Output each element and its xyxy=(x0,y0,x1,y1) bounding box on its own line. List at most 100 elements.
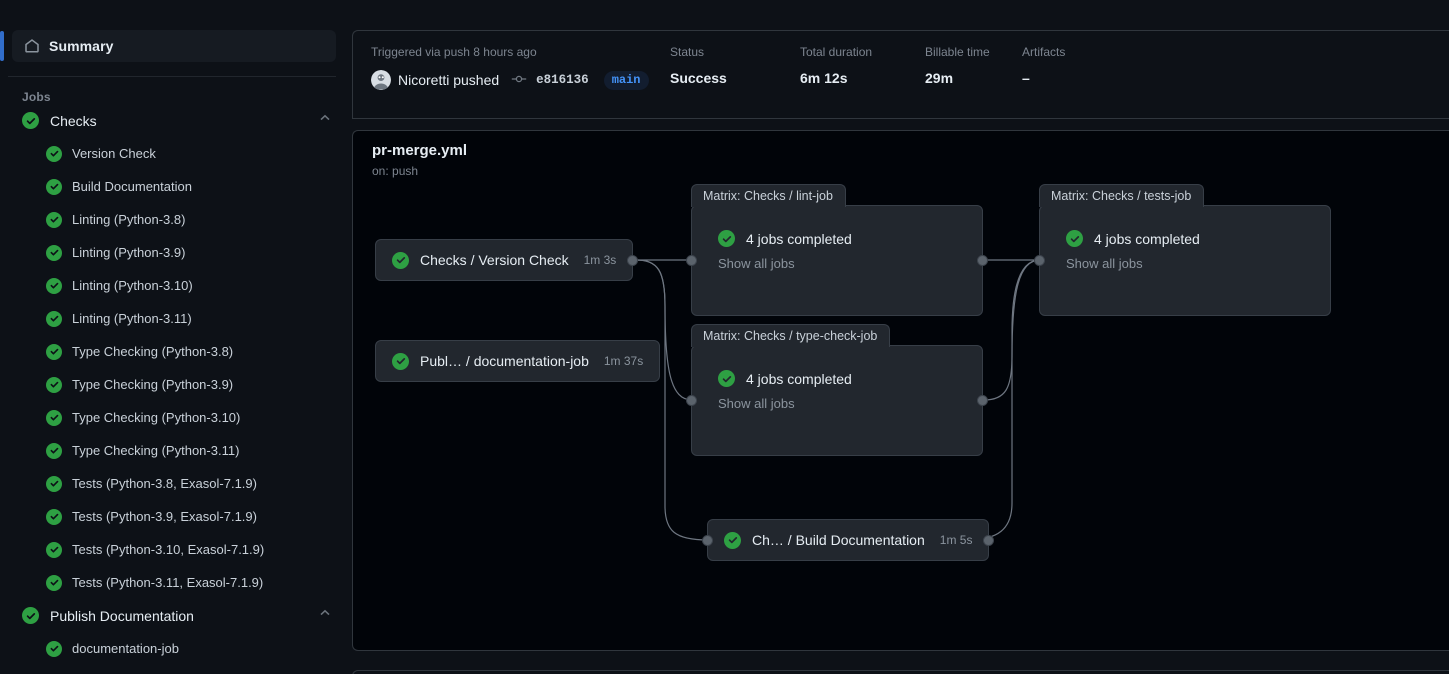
sidebar: Summary Jobs Checks Version Check Build … xyxy=(0,0,350,674)
matrix-body: 4 jobs completed Show all jobs xyxy=(692,206,982,271)
billable-time-label: Billable time xyxy=(925,45,990,59)
graph-matrix-type-check-job[interactable]: Matrix: Checks / type-check-job 4 jobs c… xyxy=(686,324,988,456)
success-check-icon xyxy=(392,251,409,269)
sidebar-group-label: Publish Documentation xyxy=(50,607,194,624)
total-duration-value: 6m 12s xyxy=(800,70,848,86)
matrix-title: Matrix: Checks / tests-job xyxy=(1051,189,1192,203)
graph-node-duration: 1m 5s xyxy=(939,533,973,547)
success-check-icon xyxy=(1066,230,1083,247)
matrix-title: Matrix: Checks / lint-job xyxy=(703,189,833,203)
success-check-icon xyxy=(46,343,62,360)
sidebar-job-item[interactable]: Linting (Python-3.11) xyxy=(0,302,350,335)
success-check-icon xyxy=(46,376,62,393)
commit-sha[interactable]: e816136 xyxy=(536,73,589,87)
billable-time-block: Billable time 29m xyxy=(925,45,1022,86)
success-check-icon xyxy=(46,409,62,426)
success-check-icon xyxy=(46,277,62,294)
sidebar-job-item[interactable]: Version Check xyxy=(0,137,350,170)
sidebar-job-item[interactable]: documentation-job xyxy=(0,632,350,665)
graph-node-version-check[interactable]: Checks / Version Check 1m 3s xyxy=(375,239,639,281)
sidebar-group-label: Checks xyxy=(50,112,97,129)
sidebar-group-checks[interactable]: Checks xyxy=(0,104,350,137)
sidebar-job-item[interactable]: Type Checking (Python-3.9) xyxy=(0,368,350,401)
success-check-icon xyxy=(392,352,409,370)
status-value: Success xyxy=(670,70,727,86)
sidebar-job-item[interactable]: Tests (Python-3.11, Exasol-7.1.9) xyxy=(0,566,350,599)
node-port-left xyxy=(702,535,713,546)
success-check-icon xyxy=(718,370,735,387)
sidebar-job-item[interactable]: Tests (Python-3.10, Exasol-7.1.9) xyxy=(0,533,350,566)
node-port-left xyxy=(1034,255,1045,266)
success-check-icon xyxy=(718,230,735,247)
sidebar-job-label: Tests (Python-3.10, Exasol-7.1.9) xyxy=(72,542,265,557)
show-all-jobs-link[interactable]: Show all jobs xyxy=(718,256,982,271)
node-port-right xyxy=(977,395,988,406)
show-all-jobs-link[interactable]: Show all jobs xyxy=(1066,256,1330,271)
sidebar-job-item[interactable]: Linting (Python-3.8) xyxy=(0,203,350,236)
success-check-icon xyxy=(46,640,62,657)
graph-node-documentation-job[interactable]: Publ… / documentation-job 1m 37s xyxy=(375,340,661,382)
success-check-icon xyxy=(22,607,39,624)
success-check-icon xyxy=(46,310,62,327)
show-all-jobs-link[interactable]: Show all jobs xyxy=(718,396,982,411)
node-port-left xyxy=(686,395,697,406)
sidebar-job-item[interactable]: Tests (Python-3.9, Exasol-7.1.9) xyxy=(0,500,350,533)
node-port-right xyxy=(977,255,988,266)
matrix-status-label: 4 jobs completed xyxy=(1094,230,1200,247)
sidebar-job-label: Build Documentation xyxy=(72,179,192,194)
sidebar-job-label: Version Check xyxy=(72,146,156,161)
success-check-icon xyxy=(46,442,62,459)
sidebar-job-label: Type Checking (Python-3.11) xyxy=(72,443,240,458)
sidebar-job-item[interactable]: Type Checking (Python-3.8) xyxy=(0,335,350,368)
success-check-icon xyxy=(46,244,62,261)
commit-icon xyxy=(506,71,527,90)
graph-node-label: Ch… / Build Documentation xyxy=(752,532,925,548)
sidebar-job-item[interactable]: Type Checking (Python-3.11) xyxy=(0,434,350,467)
active-indicator xyxy=(0,31,4,61)
workflow-run-page: Summary Jobs Checks Version Check Build … xyxy=(0,0,1449,674)
success-check-icon xyxy=(46,475,62,492)
success-check-icon xyxy=(724,531,741,549)
status-block: Status Success xyxy=(670,45,800,86)
success-check-icon xyxy=(46,211,62,228)
sidebar-job-label: Linting (Python-3.9) xyxy=(72,245,186,260)
sidebar-job-item[interactable]: Linting (Python-3.10) xyxy=(0,269,350,302)
chevron-up-icon[interactable] xyxy=(318,111,332,130)
total-duration-block: Total duration 6m 12s xyxy=(800,45,925,86)
pusher-name[interactable]: Nicoretti pushed xyxy=(398,72,499,88)
matrix-body: 4 jobs completed Show all jobs xyxy=(692,346,982,411)
matrix-body: 4 jobs completed Show all jobs xyxy=(1040,206,1330,271)
sidebar-job-label: Type Checking (Python-3.9) xyxy=(72,377,234,392)
success-check-icon xyxy=(46,508,62,525)
sidebar-job-item[interactable]: Linting (Python-3.9) xyxy=(0,236,350,269)
graph-node-build-documentation[interactable]: Ch… / Build Documentation 1m 5s xyxy=(702,519,995,561)
sidebar-job-label: Tests (Python-3.11, Exasol-7.1.9) xyxy=(72,575,264,590)
artifacts-label: Artifacts xyxy=(1022,45,1066,59)
jobs-heading: Jobs xyxy=(22,90,51,104)
sidebar-job-item[interactable]: Type Checking (Python-3.10) xyxy=(0,401,350,434)
graph-matrix-tests-job[interactable]: Matrix: Checks / tests-job 4 jobs comple… xyxy=(1034,184,1331,316)
sidebar-job-label: Type Checking (Python-3.8) xyxy=(72,344,234,359)
matrix-status-label: 4 jobs completed xyxy=(746,370,852,387)
matrix-status-row: 4 jobs completed xyxy=(718,230,982,247)
matrix-tab-header: Matrix: Checks / lint-job xyxy=(691,184,846,207)
sidebar-job-label: Type Checking (Python-3.10) xyxy=(72,410,241,425)
branch-badge[interactable]: main xyxy=(603,70,649,90)
graph-canvas: Checks / Version Check 1m 3s Publ… / doc… xyxy=(353,131,1449,650)
success-check-icon xyxy=(46,145,62,162)
billable-time-value: 29m xyxy=(925,70,954,86)
status-label: Status xyxy=(670,45,705,59)
sidebar-job-label: Linting (Python-3.11) xyxy=(72,311,192,326)
graph-node-duration: 1m 37s xyxy=(603,354,644,368)
graph-node-label: Checks / Version Check xyxy=(420,252,569,268)
success-check-icon xyxy=(46,574,62,591)
graph-node-label: Publ… / documentation-job xyxy=(420,353,589,369)
sidebar-job-label: Linting (Python-3.8) xyxy=(72,212,186,227)
sidebar-job-item[interactable]: Tests (Python-3.8, Exasol-7.1.9) xyxy=(0,467,350,500)
graph-matrix-lint-job[interactable]: Matrix: Checks / lint-job 4 jobs complet… xyxy=(686,184,988,316)
sidebar-job-item[interactable]: Build Documentation xyxy=(0,170,350,203)
sidebar-item-summary[interactable]: Summary xyxy=(0,30,336,62)
artifacts-value: – xyxy=(1022,70,1030,86)
chevron-up-icon[interactable] xyxy=(318,606,332,625)
sidebar-group-publish-documentation[interactable]: Publish Documentation xyxy=(0,599,350,632)
